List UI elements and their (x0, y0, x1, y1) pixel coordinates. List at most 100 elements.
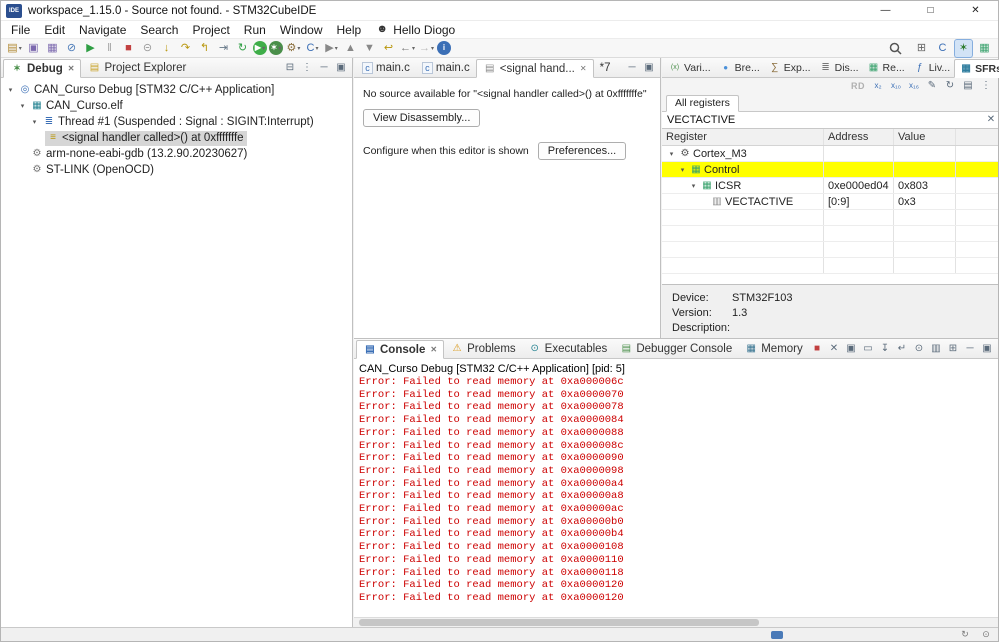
menu-item[interactable]: Search (133, 21, 185, 38)
minimize-icon[interactable]: ─ (625, 61, 639, 74)
menu-item[interactable]: Window (273, 21, 330, 38)
scroll-lock-icon[interactable]: ↧ (878, 342, 892, 355)
window-close-button[interactable]: ✕ (953, 1, 998, 20)
tree-item-gdb[interactable]: ⚙ arm-none-eabi-gdb (13.2.90.20230627) (1, 146, 352, 162)
user-menu[interactable]: ☻ Hello Diogo (368, 23, 462, 37)
forward-icon[interactable]: → (418, 40, 435, 57)
tab-expressions[interactable]: ∑ Exp... (764, 58, 815, 77)
window-minimize-button[interactable]: — (863, 1, 908, 20)
view-menu-icon[interactable]: ⋮ (979, 80, 993, 93)
save-all-icon[interactable]: ▦ (44, 40, 61, 57)
expander-icon[interactable]: ▾ (666, 150, 677, 158)
tab-dirty-file[interactable]: *7 (594, 58, 617, 77)
build-icon[interactable]: ⚙ (285, 40, 302, 57)
open-perspective-icon[interactable]: ⊞ (913, 40, 930, 57)
format-hex-icon[interactable]: x₁₆ (907, 80, 921, 93)
register-row-icsr[interactable]: ▾ ▦ ICSR 0xe000ed04 0x803 (662, 178, 998, 194)
tree-item-elf[interactable]: ▾ ▦ CAN_Curso.elf (1, 98, 352, 114)
tab-memory[interactable]: ▦ Memory (738, 339, 809, 358)
resume-icon[interactable]: ▶ (82, 40, 99, 57)
minimize-icon[interactable]: ─ (317, 61, 331, 74)
cpp-perspective-icon[interactable]: C (934, 40, 951, 57)
expander-icon[interactable]: ▾ (677, 166, 688, 174)
restart-icon[interactable]: ↻ (234, 40, 251, 57)
last-edit-location-icon[interactable]: ↩ (380, 40, 397, 57)
new-wizard-icon[interactable]: ▤ (6, 40, 23, 57)
next-annotation-icon[interactable]: ▼ (361, 40, 378, 57)
register-row-control[interactable]: ▾ ▦ Control (662, 162, 998, 178)
back-icon[interactable]: ← (399, 40, 416, 57)
tree-item-thread[interactable]: ▾ ≣ Thread #1 (Suspended : Signal : SIGI… (1, 114, 352, 130)
register-filter-input[interactable] (662, 114, 984, 126)
skip-all-breakpoints-icon[interactable]: ⊘ (63, 40, 80, 57)
menu-item[interactable]: File (4, 21, 37, 38)
tab-registers[interactable]: ▦ Re... (863, 58, 909, 77)
selected-tree-item[interactable]: ≡ <signal handler called>() at 0xfffffff… (45, 130, 247, 146)
tab-sfrs[interactable]: ▦ SFRs ✕ (954, 59, 999, 78)
tab-signal-handler[interactable]: ▤ <signal hand... ✕ (475, 59, 594, 78)
window-maximize-button[interactable]: □ (908, 1, 953, 20)
tab-project-explorer[interactable]: ▤ Project Explorer (81, 58, 192, 77)
menu-item[interactable]: Navigate (72, 21, 133, 38)
external-tools-icon[interactable]: ▶ (323, 40, 340, 57)
display-console-icon[interactable]: ▥ (929, 342, 943, 355)
terminate-icon[interactable]: ■ (120, 40, 137, 57)
export-icon[interactable]: ▤ (961, 80, 975, 93)
close-icon[interactable]: ✕ (68, 64, 75, 73)
minimize-icon[interactable]: ─ (963, 342, 977, 355)
menu-item[interactable]: Run (237, 21, 273, 38)
maximize-icon[interactable]: ▣ (980, 342, 994, 355)
background-jobs-icon[interactable]: ↻ (958, 628, 972, 641)
view-disassembly-button[interactable]: View Disassembly... (363, 109, 481, 127)
step-over-icon[interactable]: ↷ (177, 40, 194, 57)
expander-icon[interactable]: ▾ (29, 118, 40, 126)
debug-icon[interactable]: ✶ (269, 41, 283, 55)
open-console-icon[interactable]: ⊞ (946, 342, 960, 355)
tab-live-expressions[interactable]: ƒ Liv... (909, 58, 954, 77)
pin-console-icon[interactable]: ⊙ (912, 342, 926, 355)
column-register[interactable]: Register (662, 129, 824, 145)
disconnect-icon[interactable]: ⊝ (139, 40, 156, 57)
tab-debug[interactable]: ✶ Debug ✕ (3, 59, 82, 78)
expander-icon[interactable]: ▾ (17, 102, 28, 110)
expander-icon[interactable]: ▾ (688, 182, 699, 190)
run-icon[interactable]: ▶ (253, 41, 267, 55)
notifications-icon[interactable]: ⊙ (979, 628, 993, 641)
tree-item-stlink[interactable]: ⚙ ST-LINK (OpenOCD) (1, 162, 352, 178)
suspend-icon[interactable]: ‖ (101, 40, 118, 57)
horizontal-scrollbar[interactable] (354, 617, 998, 627)
word-wrap-icon[interactable]: ↵ (895, 342, 909, 355)
menu-item[interactable]: Project (185, 21, 236, 38)
register-row-cortex-m3[interactable]: ▾ ⚙ Cortex_M3 (662, 146, 998, 162)
step-return-icon[interactable]: ↰ (196, 40, 213, 57)
preferences-button[interactable]: Preferences... (537, 142, 627, 160)
format-decimal-icon[interactable]: x₁₀ (889, 80, 903, 93)
save-icon[interactable]: ▣ (25, 40, 42, 57)
tab-breakpoints[interactable]: ● Bre... (715, 58, 764, 77)
step-into-icon[interactable]: ↓ (158, 40, 175, 57)
column-value[interactable]: Value (894, 129, 956, 145)
scrollbar-thumb[interactable] (359, 619, 759, 626)
tab-executables[interactable]: ⊙ Executables (522, 339, 614, 358)
collapse-all-icon[interactable]: ⊟ (283, 61, 297, 74)
device-config-perspective-icon[interactable]: ▦ (976, 40, 993, 57)
console-output[interactable]: CAN_Curso Debug [STM32 C/C++ Application… (354, 360, 998, 617)
menu-item[interactable]: Edit (37, 21, 72, 38)
close-icon[interactable]: ✕ (430, 345, 437, 354)
instruction-stepping-icon[interactable]: ⇥ (215, 40, 232, 57)
tab-variables[interactable]: (x) Vari... (664, 58, 715, 77)
tab-main-c-2[interactable]: c main.c (416, 58, 476, 77)
terminate-console-icon[interactable]: ■ (810, 342, 824, 355)
modify-register-icon[interactable]: ✎ (925, 80, 939, 93)
close-icon[interactable]: ✕ (580, 64, 587, 73)
expander-icon[interactable]: ▾ (5, 86, 16, 94)
progress-indicator[interactable] (771, 631, 783, 639)
tree-item-launch[interactable]: ▾ ◎ CAN_Curso Debug [STM32 C/C++ Applica… (1, 82, 352, 98)
info-icon[interactable]: i (437, 41, 451, 55)
clear-console-icon[interactable]: ▭ (861, 342, 875, 355)
refresh-icon[interactable]: ↻ (943, 80, 957, 93)
maximize-icon[interactable]: ▣ (642, 61, 656, 74)
menu-item[interactable]: Help (330, 21, 369, 38)
clear-filter-icon[interactable]: ✕ (984, 114, 998, 127)
register-row-vectactive[interactable]: ▥ VECTACTIVE [0:9] 0x3 (662, 194, 998, 210)
